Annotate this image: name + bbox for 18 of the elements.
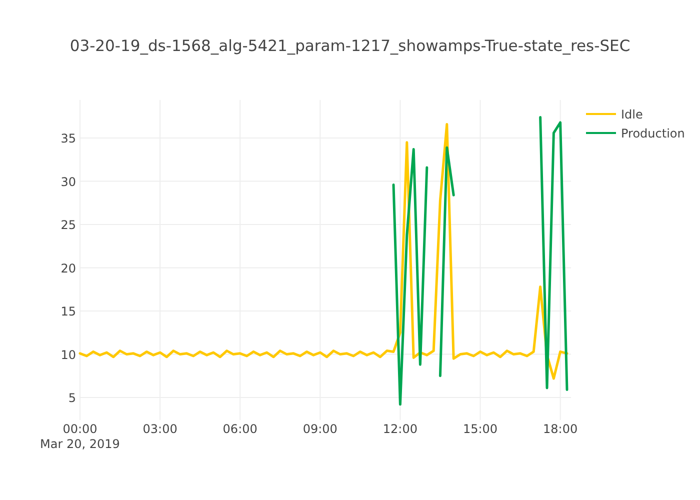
y-tick-label: 30 [60, 174, 76, 189]
legend-label[interactable]: Idle [621, 108, 643, 122]
x-tick-label: 12:00 [382, 422, 418, 436]
y-tick-label: 25 [60, 218, 76, 232]
x-tick-label: 09:00 [302, 422, 338, 436]
y-tick-label: 15 [60, 304, 76, 319]
y-tick-label: 20 [60, 261, 76, 276]
legend-label[interactable]: Production [621, 126, 685, 140]
y-tick-label: 35 [60, 132, 76, 146]
y-tick-label: 10 [60, 348, 76, 362]
chart-title: 03-20-19_ds-1568_alg-5421_param-1217_showamps-True-state_res-SEC [70, 37, 630, 55]
x-tick-label: 06:00 [222, 422, 258, 436]
x-axis-date-label: Mar 20, 2019 [40, 437, 120, 451]
x-tick-label: 00:00 [62, 422, 98, 436]
x-tick-label: 03:00 [142, 422, 178, 436]
x-tick-label: 18:00 [543, 422, 578, 436]
y-tick-label: 5 [68, 391, 76, 406]
x-tick-label: 15:00 [462, 422, 498, 436]
